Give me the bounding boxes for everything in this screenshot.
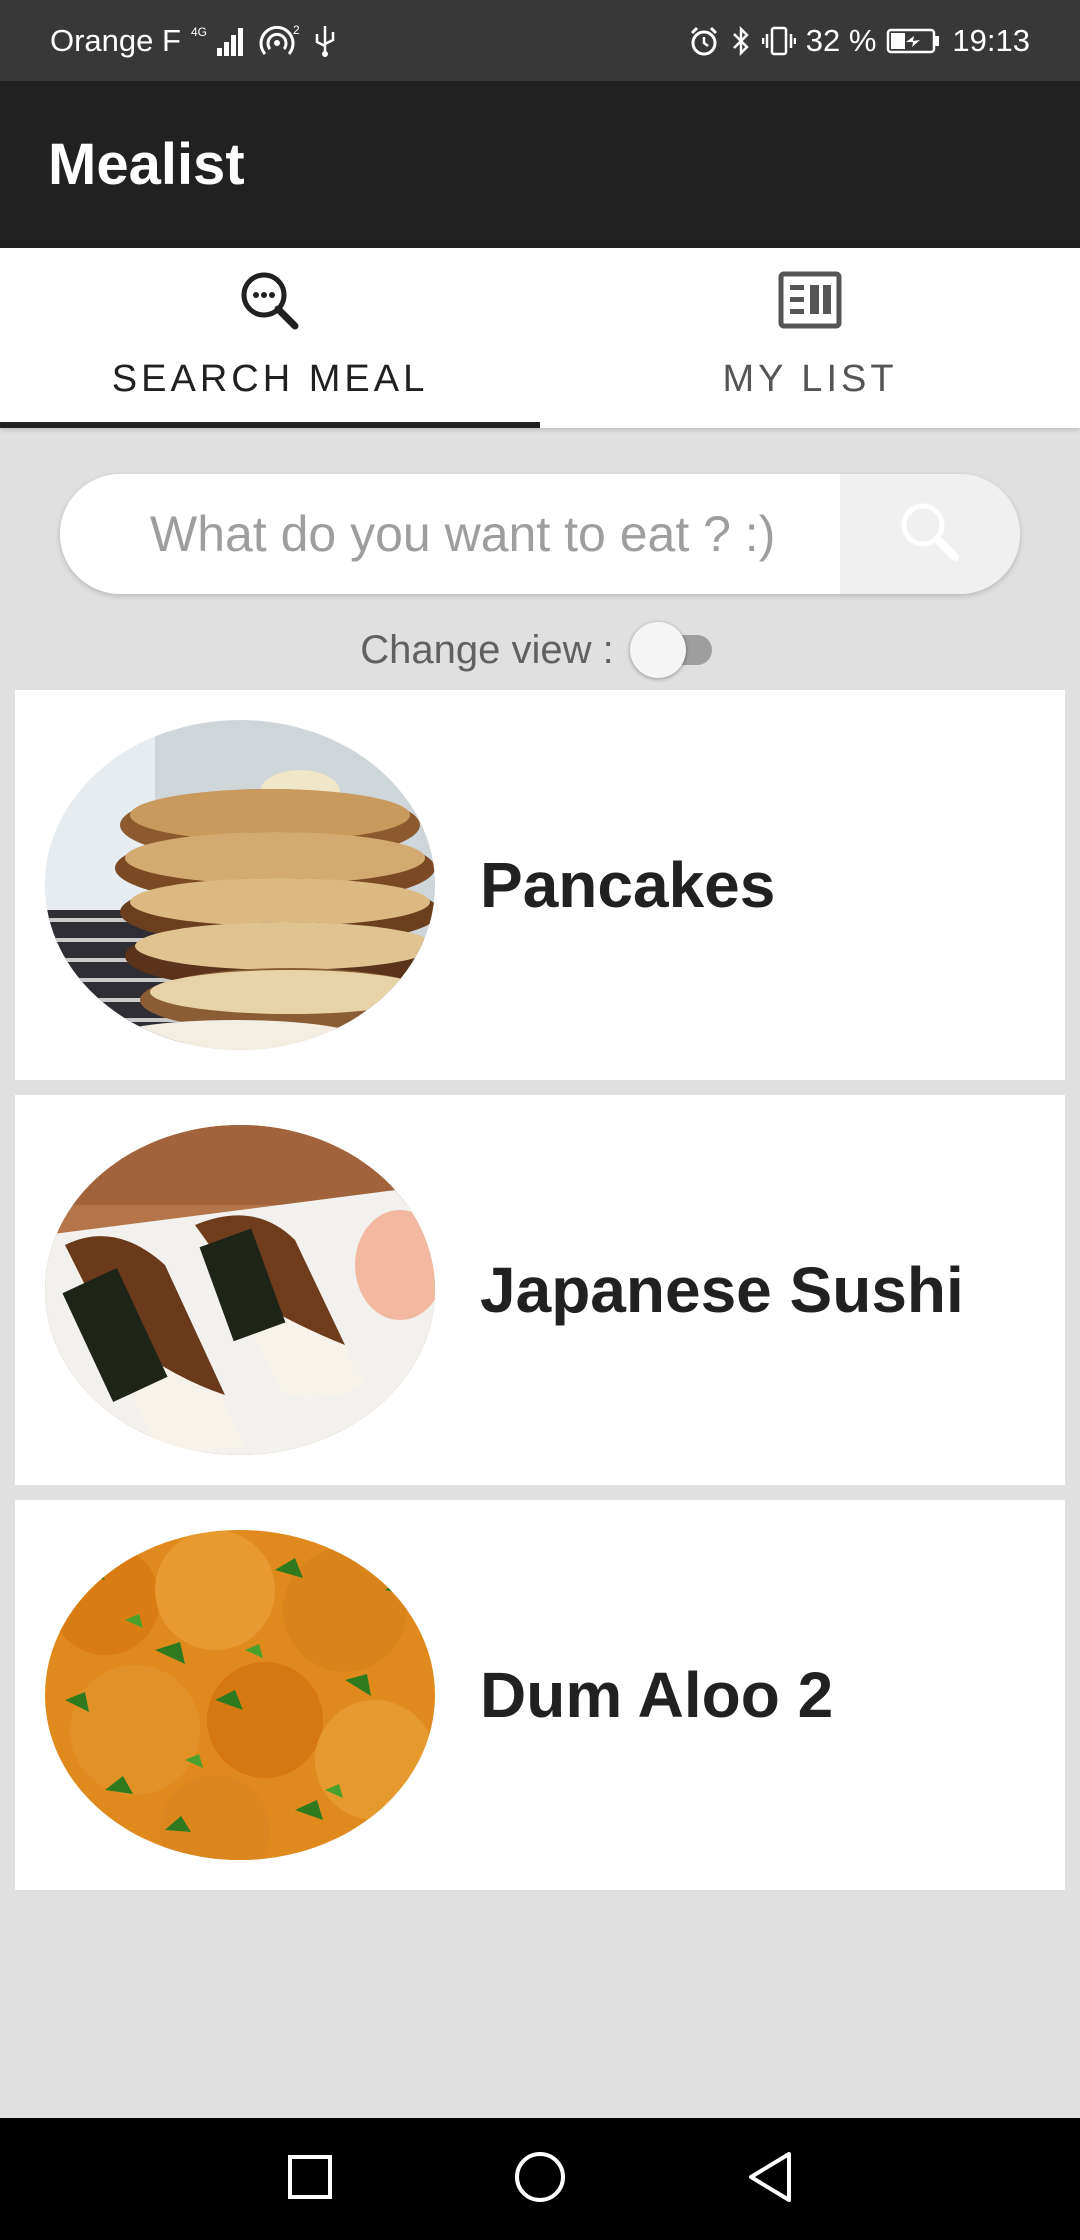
recents-button[interactable] <box>195 2153 425 2206</box>
search-bar <box>60 474 1020 594</box>
meal-card[interactable]: Japanese Sushi <box>15 1095 1065 1485</box>
svg-text:2: 2 <box>293 24 300 37</box>
back-icon <box>745 2150 795 2209</box>
tab-indicator <box>0 422 540 428</box>
tab-search-meal[interactable]: SEARCH MEAL <box>0 248 540 428</box>
meal-name: Dum Aloo 2 <box>480 1659 834 1731</box>
usb-icon <box>313 24 337 58</box>
vibrate-icon <box>761 25 796 57</box>
search-list-icon <box>237 268 303 334</box>
search-button[interactable] <box>840 474 1020 594</box>
home-button[interactable] <box>425 2150 655 2209</box>
battery-percent: 32 % <box>805 22 877 58</box>
meal-card[interactable]: Pancakes <box>15 690 1065 1080</box>
meal-name: Pancakes <box>480 849 776 921</box>
svg-text:4G: 4G <box>191 25 207 39</box>
tab-bar: SEARCH MEAL MY LIST <box>0 248 1080 428</box>
meal-name: Japanese Sushi <box>480 1254 964 1326</box>
search-input[interactable] <box>60 474 840 594</box>
bluetooth-icon <box>730 25 752 57</box>
tab-my-list[interactable]: MY LIST <box>540 248 1080 428</box>
meal-card[interactable]: Dum Aloo 2 <box>15 1500 1065 1890</box>
back-button[interactable] <box>655 2150 885 2209</box>
app-title: Mealist <box>48 132 245 197</box>
tab-my-list-label: MY LIST <box>722 358 898 400</box>
recents-icon <box>286 2153 334 2206</box>
app-bar: Mealist <box>0 81 1080 248</box>
dum-aloo-photo <box>45 1530 435 1860</box>
sushi-photo <box>45 1125 435 1455</box>
change-view-toggle[interactable] <box>628 620 720 680</box>
list-view-icon <box>778 268 842 334</box>
pancakes-photo <box>45 720 435 1050</box>
search-icon <box>897 499 963 570</box>
status-bar: Orange F 4G 2 32 % 19:13 <box>0 0 1080 81</box>
alarm-icon <box>688 25 720 57</box>
system-nav-bar <box>0 2118 1080 2240</box>
carrier-name: Orange F <box>50 22 181 58</box>
change-view-label: Change view : <box>360 627 614 672</box>
clock: 19:13 <box>952 22 1030 58</box>
tab-search-meal-label: SEARCH MEAL <box>111 358 429 400</box>
hotspot-icon: 2 <box>257 24 303 58</box>
battery-icon <box>886 26 942 56</box>
signal-icon: 4G <box>191 24 247 58</box>
change-view-row: Change view : <box>0 620 1080 680</box>
home-icon <box>513 2150 567 2209</box>
toggle-thumb <box>629 622 686 678</box>
